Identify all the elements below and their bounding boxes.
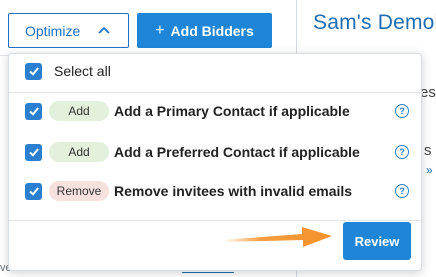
help-icon[interactable]: ?: [395, 104, 409, 118]
option-label: Add a Preferred Contact if applicable: [114, 144, 360, 160]
add-chip: Add: [49, 101, 109, 121]
divider: [9, 92, 423, 93]
plus-icon: +: [155, 21, 165, 39]
option-checkbox[interactable]: [25, 182, 42, 200]
help-icon[interactable]: ?: [395, 184, 409, 198]
optimize-dropdown: Select all Add Add a Primary Contact if …: [8, 53, 423, 271]
add-bidders-button[interactable]: + Add Bidders: [137, 13, 272, 48]
option-preferred-contact[interactable]: Add Add a Preferred Contact if applicabl…: [9, 137, 423, 167]
divider: [9, 220, 423, 221]
select-all-row[interactable]: Select all: [9, 56, 423, 86]
annotation-arrow-icon: [222, 227, 332, 247]
option-checkbox[interactable]: [25, 143, 42, 161]
partial-link-arrow[interactable]: »: [426, 163, 433, 177]
select-all-label: Select all: [54, 63, 111, 79]
partial-label-text: s: [424, 142, 432, 159]
option-label: Add a Primary Contact if applicable: [114, 103, 350, 119]
option-label: Remove invitees with invalid emails: [114, 183, 353, 199]
option-checkbox[interactable]: [25, 102, 42, 120]
option-remove-invalid[interactable]: Remove Remove invitees with invalid emai…: [9, 176, 423, 206]
review-button[interactable]: Review: [343, 222, 411, 260]
optimize-button[interactable]: Optimize: [8, 13, 129, 48]
help-icon[interactable]: ?: [395, 145, 409, 159]
select-all-checkbox[interactable]: [25, 62, 42, 80]
add-bidders-label: Add Bidders: [170, 22, 254, 39]
checkmark-icon: [28, 67, 39, 76]
checkmark-icon: [28, 107, 39, 116]
project-title[interactable]: Sam's Demolt: [313, 11, 436, 35]
add-chip: Add: [49, 142, 109, 162]
optimize-label: Optimize: [25, 22, 81, 39]
chevron-up-icon: [98, 26, 110, 34]
remove-chip: Remove: [49, 181, 109, 201]
option-primary-contact[interactable]: Add Add a Primary Contact if applicable …: [9, 96, 423, 126]
checkmark-icon: [28, 148, 39, 157]
checkmark-icon: [28, 187, 39, 196]
